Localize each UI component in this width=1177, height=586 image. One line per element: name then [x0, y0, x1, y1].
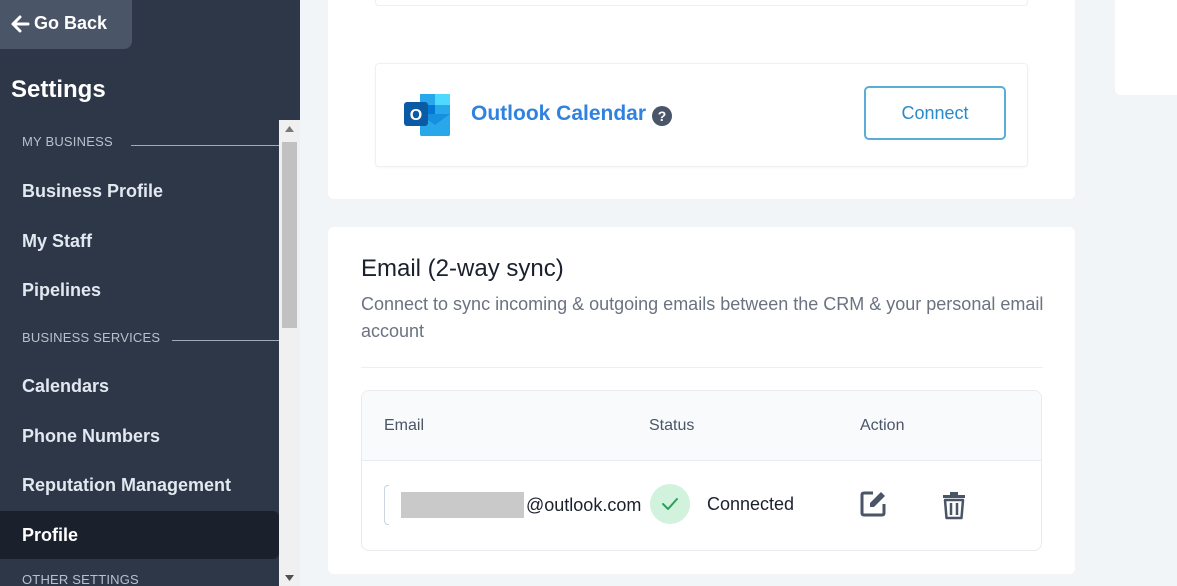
outlook-calendar-name: Outlook Calendar [471, 102, 647, 125]
edit-icon[interactable] [859, 490, 887, 518]
sidebar-item-reputation-management[interactable]: Reputation Management [0, 461, 279, 509]
settings-nav: MY BUSINESS Business Profile My Staff Pi… [0, 120, 279, 586]
table-header: Email Status Action [362, 391, 1041, 461]
help-icon[interactable]: ? [652, 106, 672, 126]
email-sync-description: Connect to sync incoming & outgoing emai… [361, 294, 1044, 341]
sidebar: Go Back Settings MY BUSINESS Business Pr… [0, 0, 300, 586]
email-sync-title: Email (2-way sync) [361, 255, 564, 282]
redacted-email-username [401, 492, 524, 518]
email-cell-edge [384, 485, 389, 525]
scroll-thumb[interactable] [282, 142, 297, 328]
check-icon [650, 484, 690, 524]
email-domain: @outlook.com [526, 494, 642, 515]
settings-title: Settings [11, 76, 106, 103]
sidebar-item-pipelines[interactable]: Pipelines [0, 266, 279, 314]
arrow-left-icon [11, 15, 30, 32]
column-header-action: Action [860, 417, 905, 434]
divider [361, 367, 1043, 368]
section-label-my-business: MY BUSINESS [22, 134, 113, 149]
sidebar-item-calendars[interactable]: Calendars [0, 362, 279, 410]
section-divider [172, 340, 279, 341]
sidebar-item-profile[interactable]: Profile [0, 511, 279, 559]
outlook-logo-letter: O [410, 107, 422, 124]
outlook-connect-button[interactable]: Connect [864, 86, 1006, 140]
scroll-up-arrow-icon[interactable] [279, 120, 300, 137]
column-header-status: Status [649, 417, 695, 434]
section-label-other-settings: OTHER SETTINGS [22, 572, 139, 586]
table-row: @outlook.com Connected [362, 461, 1041, 550]
status-connected: Connected [707, 494, 795, 514]
outlook-calendar-integration: O Outlook Calendar ? Connect [375, 63, 1028, 167]
trash-icon[interactable] [941, 490, 967, 520]
sidebar-item-phone-numbers[interactable]: Phone Numbers [0, 412, 279, 460]
scroll-down-arrow-icon[interactable] [279, 569, 300, 586]
go-back-label: Go Back [34, 13, 108, 33]
email-sync-card: Email (2-way sync) Connect to sync incom… [328, 227, 1075, 574]
calendar-integrations-card: O Outlook Calendar ? Connect [328, 0, 1075, 199]
section-label-business-services: BUSINESS SERVICES [22, 330, 161, 345]
email-address-cell: @outlook.com [384, 485, 641, 525]
column-header-email: Email [384, 417, 425, 434]
section-divider [131, 145, 279, 146]
integration-box [375, 0, 1028, 6]
outlook-logo-icon: O [404, 94, 450, 136]
sidebar-item-my-staff[interactable]: My Staff [0, 217, 279, 265]
email-accounts-table: Email Status Action @outlook.com Connect… [361, 390, 1042, 551]
go-back-button[interactable]: Go Back [0, 0, 132, 49]
right-panel [1115, 0, 1177, 95]
sidebar-scrollbar[interactable] [279, 120, 300, 586]
sidebar-item-business-profile[interactable]: Business Profile [0, 167, 279, 215]
